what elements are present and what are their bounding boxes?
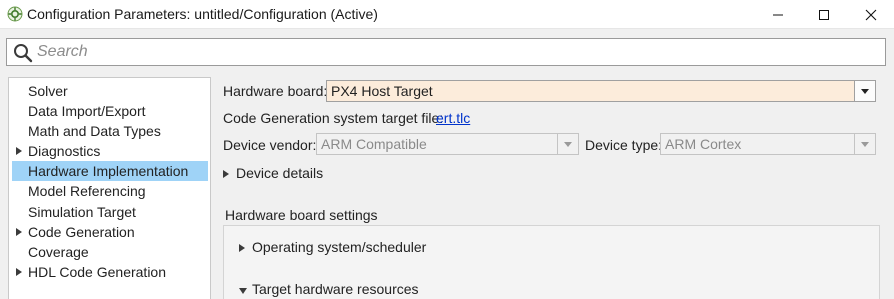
target-file-label: Code Generation system target file:: [223, 110, 444, 126]
tree-item-model-referencing[interactable]: Model Referencing: [9, 181, 210, 201]
tree-item-label: Solver: [28, 83, 68, 99]
hardware-board-label: Hardware board:: [223, 83, 328, 99]
category-tree: Solver Data Import/Export Math and Data …: [8, 77, 211, 299]
board-settings-panel: Operating system/scheduler Target hardwa…: [223, 225, 880, 299]
minimize-icon: [773, 14, 783, 15]
triangle-down-icon: [239, 288, 247, 294]
hardware-board-dropdown-button[interactable]: [854, 81, 875, 101]
close-icon: [865, 9, 877, 20]
hardware-board-value: PX4 Host Target: [331, 83, 433, 99]
search-bar[interactable]: [6, 38, 886, 66]
tree-item-label: Coverage: [28, 244, 89, 260]
expand-arrow-icon[interactable]: [16, 228, 22, 236]
target-hardware-resources-label: Target hardware resources: [252, 281, 419, 297]
tree-item-label: Data Import/Export: [28, 103, 146, 119]
maximize-button[interactable]: [801, 0, 847, 29]
device-type-label: Device type:: [585, 137, 663, 153]
tree-item-label: Hardware Implementation: [28, 163, 189, 179]
title-bar: Configuration Parameters: untitled/Confi…: [0, 0, 894, 29]
device-type-dropdown-button: [854, 134, 875, 154]
chevron-down-icon: [564, 141, 572, 147]
tree-item-label: Math and Data Types: [28, 123, 161, 139]
chevron-down-icon: [861, 141, 869, 147]
tree-item-label: Diagnostics: [28, 143, 101, 159]
target-file-link[interactable]: ert.tlc: [436, 110, 470, 126]
tree-item-diagnostics[interactable]: Diagnostics: [9, 141, 210, 161]
triangle-right-icon: [239, 244, 245, 252]
tree-item-solver[interactable]: Solver: [9, 81, 210, 101]
operating-system-scheduler-toggle[interactable]: Operating system/scheduler: [239, 239, 439, 257]
tree-item-data-import-export[interactable]: Data Import/Export: [9, 101, 210, 121]
tree-item-label: HDL Code Generation: [28, 264, 167, 280]
tree-item-hardware-implementation[interactable]: Hardware Implementation: [12, 161, 208, 181]
minimize-button[interactable]: [755, 0, 801, 29]
target-hardware-resources-toggle[interactable]: Target hardware resources: [239, 281, 439, 299]
device-vendor-select: ARM Compatible: [316, 133, 579, 155]
app-icon: [7, 6, 23, 22]
expand-arrow-icon[interactable]: [16, 147, 22, 155]
triangle-right-icon: [223, 170, 229, 178]
device-vendor-label: Device vendor:: [223, 137, 317, 153]
search-icon: [14, 44, 33, 63]
tree-item-code-generation[interactable]: Code Generation: [9, 222, 210, 242]
tree-item-simulation-target[interactable]: Simulation Target: [9, 202, 210, 222]
tree-item-math-and-data-types[interactable]: Math and Data Types: [9, 121, 210, 141]
tree-item-label: Code Generation: [28, 224, 135, 240]
chevron-down-icon: [861, 88, 869, 94]
tree-item-hdl-code-generation[interactable]: HDL Code Generation: [9, 262, 210, 282]
window-title: Configuration Parameters: untitled/Confi…: [27, 6, 378, 22]
device-vendor-dropdown-button: [557, 134, 578, 154]
expand-arrow-icon[interactable]: [16, 268, 22, 276]
tree-item-coverage[interactable]: Coverage: [9, 242, 210, 262]
device-type-value: ARM Cortex: [665, 136, 742, 152]
device-type-select: ARM Cortex: [660, 133, 876, 155]
operating-system-scheduler-label: Operating system/scheduler: [252, 239, 427, 255]
hardware-board-select[interactable]: PX4 Host Target: [326, 80, 876, 102]
tree-item-label: Simulation Target: [28, 204, 136, 220]
search-input[interactable]: [37, 42, 877, 62]
device-vendor-value: ARM Compatible: [321, 136, 427, 152]
device-details-label: Device details: [236, 165, 324, 181]
hardware-implementation-pane: Hardware board: PX4 Host Target Code Gen…: [215, 77, 894, 299]
tree-item-label: Model Referencing: [28, 183, 146, 199]
device-details-toggle[interactable]: Device details: [223, 165, 343, 183]
maximize-icon: [819, 9, 829, 20]
close-button[interactable]: [848, 0, 894, 29]
board-settings-heading: Hardware board settings: [225, 207, 378, 223]
